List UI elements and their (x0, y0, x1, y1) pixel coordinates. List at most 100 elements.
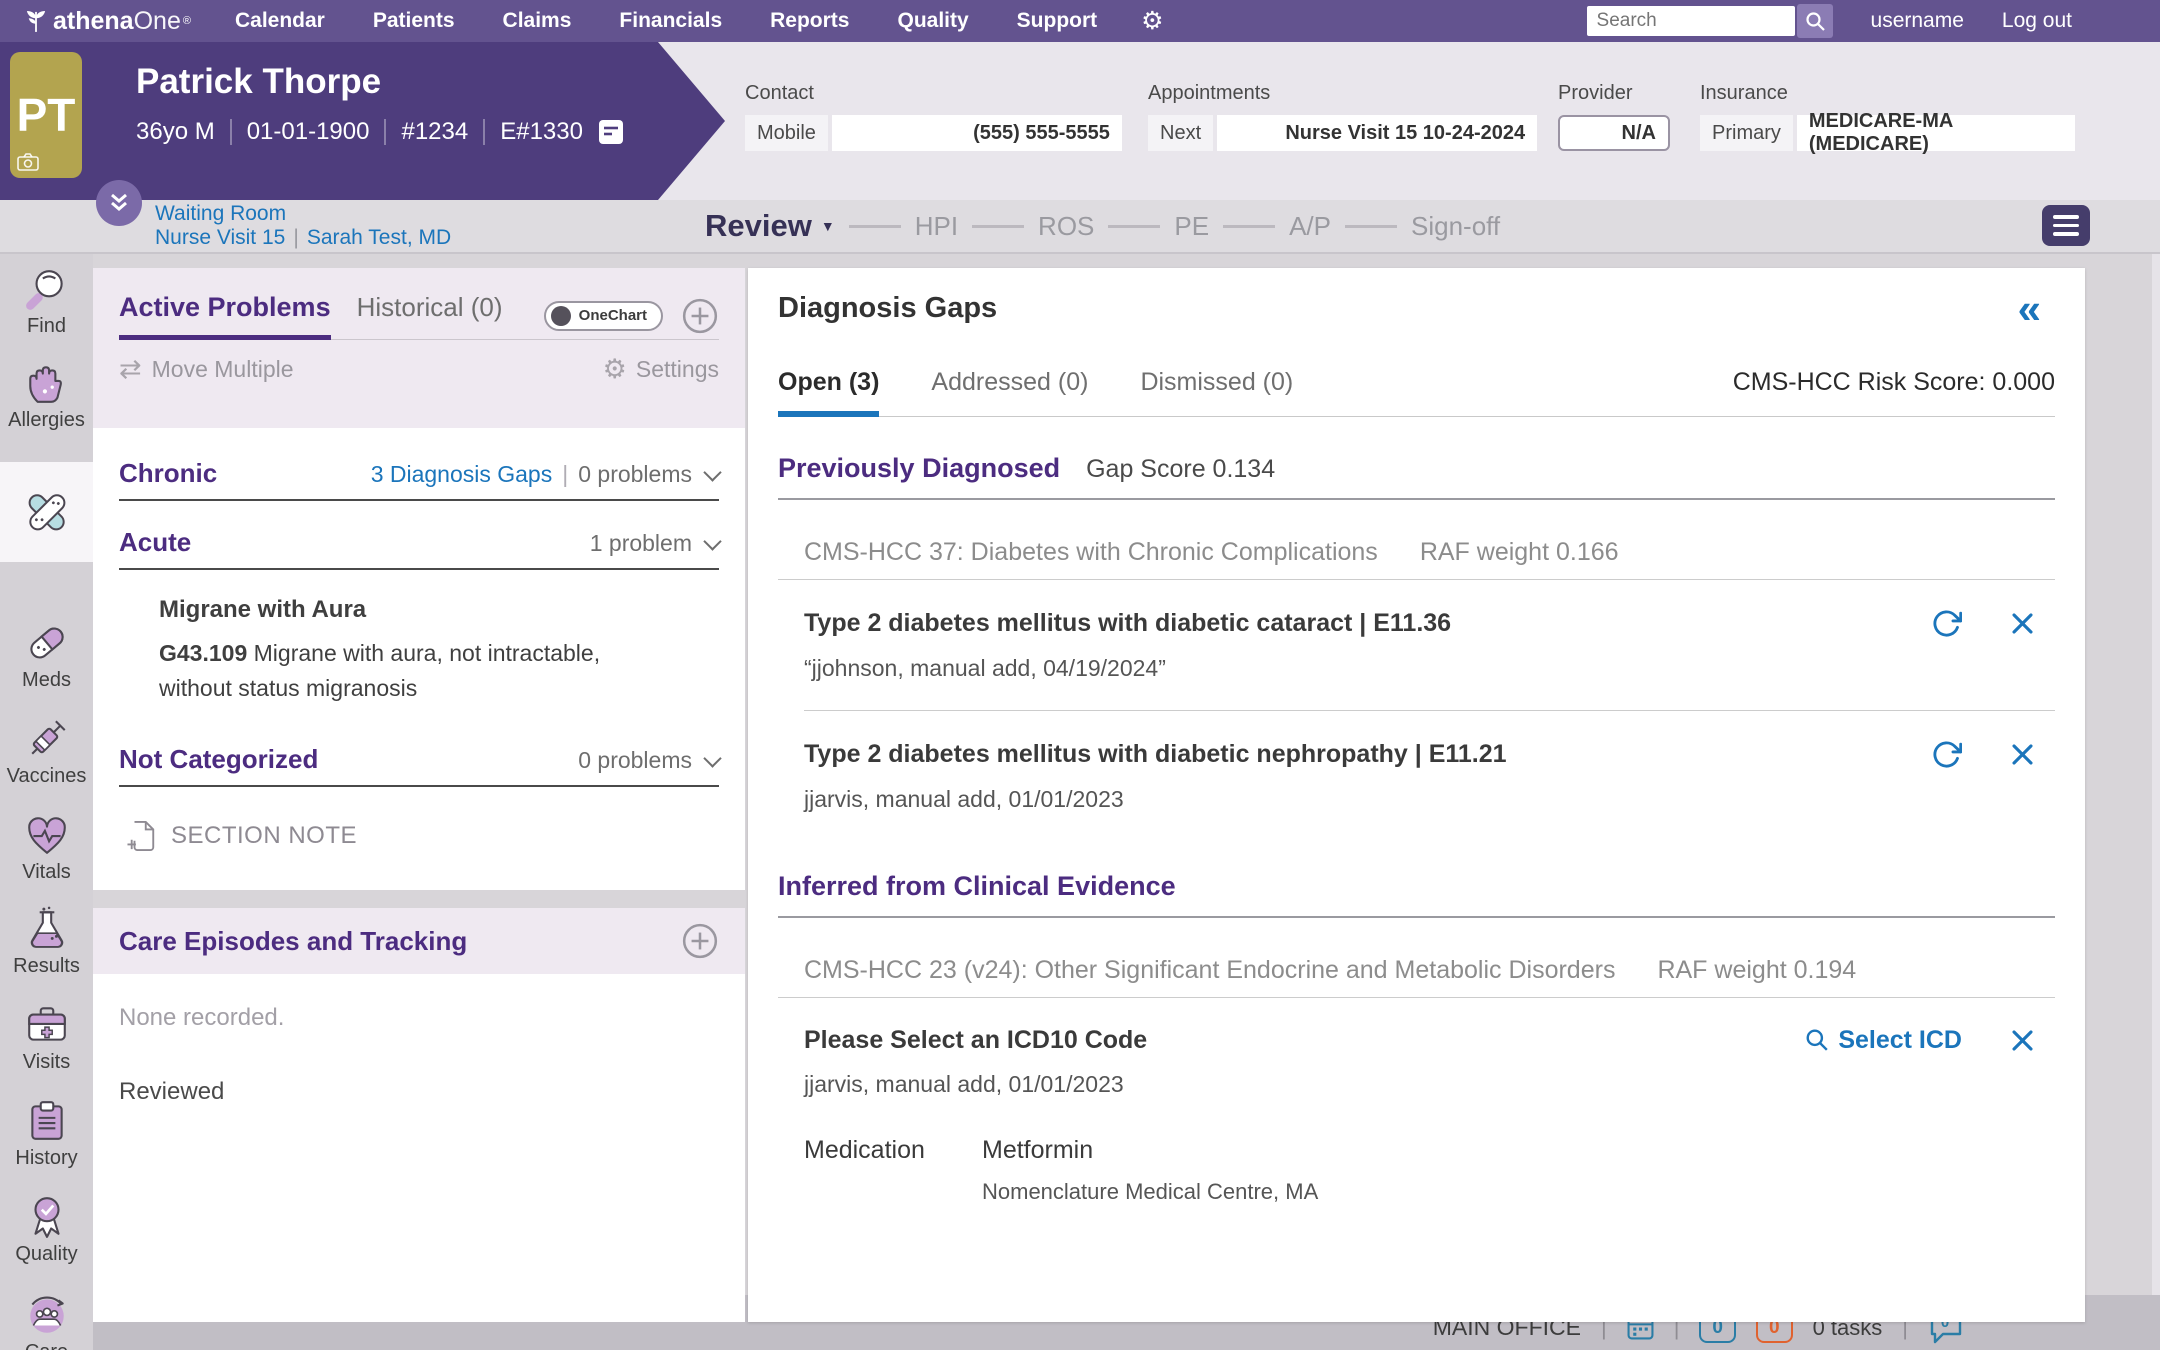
sidebar-item-find[interactable]: Find (0, 266, 93, 338)
acute-section-row: Acute 1 problem (119, 501, 719, 570)
stage-signoff[interactable]: Sign-off (1411, 211, 1500, 242)
breadcrumb-location[interactable]: Waiting Room (155, 202, 286, 225)
logo-registered: ® (183, 15, 191, 27)
sidebar-item-allergies[interactable]: Allergies (0, 360, 93, 432)
nav-financials[interactable]: Financials (619, 9, 722, 33)
x-close-icon (2008, 740, 2037, 769)
acute-count[interactable]: 1 problem (590, 530, 692, 557)
problem-item[interactable]: Migrane with Aura G43.109 Migrane with a… (119, 570, 719, 710)
search-input[interactable] (1587, 6, 1795, 36)
stage-connector (849, 225, 901, 228)
nav-patients[interactable]: Patients (373, 9, 455, 33)
dismiss-button[interactable] (2008, 1026, 2037, 1055)
provider-field[interactable]: N/A (1558, 115, 1670, 151)
contact-label: Contact (745, 82, 1122, 105)
readdress-button[interactable] (1931, 608, 1962, 639)
chevron-down-icon[interactable] (703, 463, 721, 481)
problems-body: Chronic 3 Diagnosis Gaps | 0 problems Ac… (93, 428, 745, 890)
search-icon (1805, 11, 1825, 31)
onechart-toggle[interactable]: OneChart (544, 301, 663, 331)
hamburger-menu-button[interactable] (2042, 205, 2090, 246)
gap-score: Gap Score 0.134 (1086, 455, 1275, 484)
add-problem-button[interactable] (681, 297, 719, 335)
section-note-button[interactable]: SECTION NOTE (119, 819, 719, 853)
patient-initials: PT (17, 88, 76, 142)
breadcrumb-provider[interactable]: Sarah Test, MD (307, 226, 451, 249)
expand-banner-button[interactable] (96, 180, 142, 226)
nav-reports[interactable]: Reports (770, 9, 849, 33)
username-menu[interactable]: username (1871, 9, 1964, 33)
tab-historical[interactable]: Historical (0) (357, 292, 503, 335)
breadcrumb-visit[interactable]: Nurse Visit 15 (155, 226, 285, 249)
patient-encounter-number: E#1330 (500, 118, 583, 146)
sidebar-item-vaccines[interactable]: Vaccines (0, 716, 93, 788)
tab-addressed[interactable]: Addressed (0) (931, 368, 1088, 411)
meds-pill-icon (24, 620, 70, 666)
dismiss-button[interactable] (2008, 740, 2037, 769)
sidebar-item-meds[interactable]: Meds (0, 620, 93, 692)
gap-item: Type 2 diabetes mellitus with diabetic c… (778, 580, 2055, 711)
diagnosis-gaps-link[interactable]: 3 Diagnosis Gaps (371, 461, 553, 488)
add-care-episode-button[interactable] (681, 922, 719, 960)
care-episodes-body: None recorded. Reviewed (93, 974, 745, 1322)
nav-claims[interactable]: Claims (503, 9, 572, 33)
gap-item-title: Please Select an ICD10 Code (804, 1026, 1147, 1055)
chevron-down-icon[interactable] (703, 532, 721, 550)
readdress-button[interactable] (1931, 739, 1962, 770)
risk-score: CMS-HCC Risk Score: 0.000 (1733, 368, 2055, 411)
care-episodes-header: Care Episodes and Tracking (93, 908, 745, 974)
sidebar-item-vitals[interactable]: Vitals (0, 812, 93, 884)
collapse-panel-icon[interactable]: « (2018, 292, 2041, 326)
problems-settings-button[interactable]: ⚙ Settings (603, 356, 719, 383)
tab-dismissed[interactable]: Dismissed (0) (1140, 368, 1293, 411)
visits-bag-icon (24, 1002, 70, 1048)
chronic-count[interactable]: 0 problems (578, 461, 692, 488)
not-categorized-count[interactable]: 0 problems (578, 747, 692, 774)
camera-icon[interactable] (17, 153, 39, 171)
scrollbar-track[interactable] (2152, 200, 2160, 1350)
nav-support[interactable]: Support (1017, 9, 1097, 33)
problems-bandaids-icon (21, 486, 73, 538)
chart-sidebar: Find Allergies (0, 252, 93, 1350)
evidence-value: Metformin (982, 1136, 1318, 1165)
care-episodes-reviewed[interactable]: Reviewed (119, 1078, 719, 1106)
move-multiple-button[interactable]: ⇄ Move Multiple (119, 356, 294, 383)
settings-gear-icon[interactable]: ⚙ (1141, 9, 1163, 34)
nav-calendar[interactable]: Calendar (235, 9, 325, 33)
acute-title: Acute (119, 527, 191, 558)
stage-ap[interactable]: A/P (1289, 211, 1331, 242)
divider (230, 119, 232, 145)
nav-quality[interactable]: Quality (897, 9, 968, 33)
hcc-category-row: CMS-HCC 37: Diabetes with Chronic Compli… (778, 538, 2055, 580)
dismiss-button[interactable] (2008, 609, 2037, 638)
logout-button[interactable]: Log out (2002, 9, 2072, 33)
select-icd-button[interactable]: Select ICD (1805, 1026, 1962, 1055)
patient-age-sex: 36yo M (136, 118, 215, 146)
stage-ros[interactable]: ROS (1038, 211, 1094, 242)
tab-open[interactable]: Open (3) (778, 368, 879, 417)
primary-label: Primary (1700, 115, 1793, 151)
find-icon (24, 266, 70, 312)
vaccines-syringe-icon (24, 716, 70, 762)
athenaone-logo[interactable]: athenaOne® (26, 7, 191, 36)
next-appointment-field[interactable]: Nurse Visit 15 10-24-2024 (1217, 115, 1537, 151)
sidebar-item-problems-selected[interactable] (0, 462, 93, 562)
sidebar-item-quality[interactable]: Quality (0, 1194, 93, 1266)
provider-label: Provider (1558, 82, 1636, 105)
encounter-note-icon[interactable] (598, 119, 624, 145)
stage-hpi[interactable]: HPI (915, 211, 958, 242)
sidebar-item-visits[interactable]: Visits (0, 1002, 93, 1074)
search-button[interactable] (1797, 4, 1833, 38)
stage-review-dropdown[interactable]: Review ▼ (705, 208, 835, 244)
stage-pe[interactable]: PE (1174, 211, 1209, 242)
double-chevron-down-icon (107, 192, 131, 214)
mobile-value-field[interactable]: (555) 555-5555 (832, 115, 1122, 151)
tab-active-problems[interactable]: Active Problems (119, 292, 331, 340)
insurance-field[interactable]: MEDICARE-MA (MEDICARE) (1797, 115, 2075, 151)
chevron-down-icon[interactable] (703, 749, 721, 767)
caret-down-icon: ▼ (821, 218, 835, 234)
sidebar-item-history[interactable]: History (0, 1098, 93, 1170)
panel-gap (93, 890, 745, 908)
sidebar-item-results[interactable]: Results (0, 906, 93, 978)
sidebar-item-care[interactable]: Care (0, 1292, 93, 1350)
